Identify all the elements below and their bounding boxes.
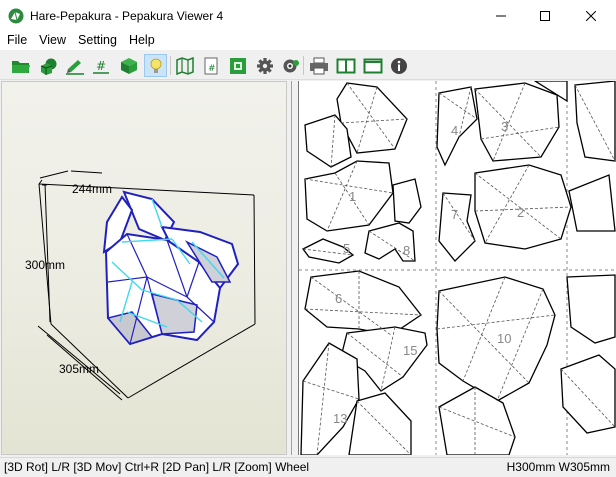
part-number: 1 [349,189,357,204]
status-dimensions: H300mm W305mm [506,460,610,474]
2d-view-pane[interactable]: 1 2 3 4 6 7 8 10 13 15 5 [298,81,616,455]
page-number-icon: # [204,57,217,74]
light-button[interactable] [144,54,167,77]
close-icon [586,10,596,21]
menu-setting[interactable]: Setting [72,31,123,50]
edge-id-icon: # [92,59,109,74]
open-folder-icon [11,60,30,73]
minimize-icon [496,15,506,16]
part-number: 10 [497,331,512,346]
title-bar: Hare-Pepakura - Pepakura Viewer 4 [0,0,616,31]
bunny-model [102,190,240,346]
map-button[interactable] [173,54,196,77]
fit-button[interactable] [226,54,249,77]
single-view-icon [363,58,382,73]
info-icon [390,57,407,74]
single-view-button[interactable] [361,54,384,77]
part-number: 4 [451,123,459,138]
edge-id-button[interactable]: # [89,54,112,77]
svg-text:#: # [96,59,106,73]
paint-button[interactable] [63,54,86,77]
part-number: 8 [403,243,411,258]
3d-view-pane[interactable]: 244mm 300mm 305mm [1,81,287,455]
menu-bar: File View Setting Help [0,31,616,50]
menu-file[interactable]: File [0,31,33,50]
view-button[interactable] [279,54,302,77]
print-button[interactable] [307,54,330,77]
close-button[interactable] [568,0,614,31]
pane-splitter[interactable] [288,81,298,455]
menu-help[interactable]: Help [123,31,161,50]
light-bulb-icon [150,58,161,73]
page-number-button[interactable]: # [199,54,222,77]
paint-icon [65,59,84,75]
minimize-button[interactable] [478,0,524,31]
part-number: 6 [335,291,343,306]
app-window: Hare-Pepakura - Pepakura Viewer 4 File V… [0,0,616,477]
box-icon [120,57,137,74]
3d-objects-button[interactable] [37,54,60,77]
fit-icon [229,57,246,74]
menu-view[interactable]: View [33,31,72,50]
box-button[interactable] [117,54,140,77]
status-bar: [3D Rot] L/R [3D Mov] Ctrl+R [2D Pan] L/… [0,457,616,477]
open-button[interactable] [9,54,32,77]
print-icon [309,57,328,74]
split-view-icon [336,58,355,73]
height-dimension-label: 300mm [25,258,66,272]
window-title: Hare-Pepakura - Pepakura Viewer 4 [30,8,224,23]
toolbar-separator [303,56,304,75]
part-number: 5 [343,241,351,256]
info-button[interactable] [387,54,410,77]
part-number: 13 [333,411,348,426]
part-number: 15 [403,343,418,358]
part-number: 7 [451,207,459,222]
settings-gear-icon [256,57,273,74]
split-view-button[interactable] [334,54,357,77]
toolbar: # # [0,50,616,80]
toolbar-separator [170,56,171,75]
maximize-button[interactable] [522,0,568,31]
view-eye-icon [283,59,299,72]
settings-button[interactable] [253,54,276,77]
3d-objects-icon [40,58,56,75]
svg-text:#: # [208,64,216,74]
part-number: 2 [517,205,525,220]
part-number: 3 [501,119,509,134]
maximize-icon [540,10,550,21]
status-hint: [3D Rot] L/R [3D Mov] Ctrl+R [2D Pan] L/… [4,460,310,474]
app-icon [8,8,24,23]
depth-dimension-label: 244mm [72,182,113,196]
map-icon [175,56,194,75]
width-dimension-label: 305mm [59,362,100,376]
